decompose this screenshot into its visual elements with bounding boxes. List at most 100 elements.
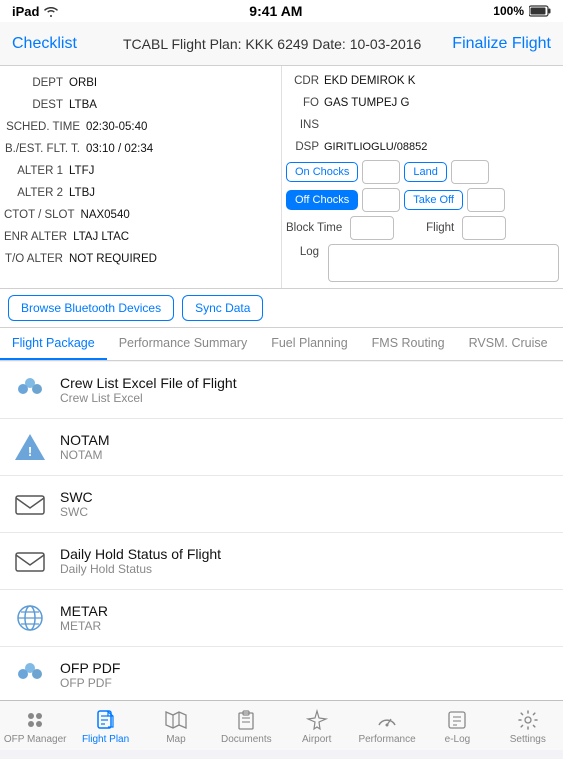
bottom-tab-settings[interactable]: Settings <box>493 708 563 745</box>
bottom-tab-flight-plan-label: Flight Plan <box>82 734 129 745</box>
bottom-tab-bar: OFP Manager Flight Plan Map <box>0 700 563 750</box>
log-row: Log <box>286 242 559 284</box>
wifi-icon <box>44 6 58 17</box>
metar-icon <box>12 600 48 636</box>
bottom-tab-settings-label: Settings <box>510 734 546 745</box>
list-item[interactable]: METAR METAR <box>0 590 563 647</box>
bottom-tab-documents[interactable]: Documents <box>211 708 281 745</box>
tab-performance-summary[interactable]: Performance Summary <box>107 328 260 360</box>
best-flt-label: B./EST. FLT. T. <box>4 143 86 155</box>
log-textarea[interactable] <box>328 244 559 282</box>
notam-title: NOTAM <box>60 432 551 448</box>
dsp-value: GIRITLIOGLU/08852 <box>324 141 427 153</box>
dest-value: LTBA <box>69 99 97 111</box>
gear-icon <box>516 708 540 732</box>
sync-button[interactable]: Sync Data <box>182 295 263 321</box>
metar-text: METAR METAR <box>60 603 551 633</box>
bottom-tab-map[interactable]: Map <box>141 708 211 745</box>
swc-subtitle: SWC <box>60 505 551 519</box>
ctot-label: CTOT / SLOT <box>4 209 81 221</box>
bottom-tab-flight-plan[interactable]: Flight Plan <box>70 708 140 745</box>
list-item[interactable]: OFP PDF OFP PDF <box>0 647 563 704</box>
log-label: Log <box>286 244 324 258</box>
ctot-value: NAX0540 <box>81 209 130 221</box>
off-chocks-row: Off Chocks Take Off <box>286 186 559 214</box>
gauge-icon <box>375 708 399 732</box>
sched-time-value: 02:30-05:40 <box>86 121 147 133</box>
alter2-value: LTBJ <box>69 187 95 199</box>
metar-subtitle: METAR <box>60 619 551 633</box>
alter1-label: ALTER 1 <box>4 165 69 177</box>
fo-label: FO <box>286 97 324 109</box>
list-item[interactable]: Crew List Excel File of Flight Crew List… <box>0 362 563 419</box>
file-list: Crew List Excel File of Flight Crew List… <box>0 362 563 704</box>
take-off-button[interactable]: Take Off <box>404 190 463 210</box>
status-time: 9:41 AM <box>249 3 302 19</box>
ctot-row: CTOT / SLOT NAX0540 <box>4 204 277 226</box>
fo-row: FO GAS TUMPEJ G <box>286 92 559 114</box>
off-chocks-button[interactable]: Off Chocks <box>286 190 358 210</box>
best-flt-value: 03:10 / 02:34 <box>86 143 153 155</box>
list-item[interactable]: Daily Hold Status of Flight Daily Hold S… <box>0 533 563 590</box>
finalize-flight-button[interactable]: Finalize Flight <box>452 35 551 53</box>
to-alter-row: T/O ALTER NOT REQUIRED <box>4 248 277 270</box>
block-time-input[interactable] <box>350 216 394 240</box>
daily-hold-icon <box>12 543 48 579</box>
cdr-row: CDR EKD DEMIROK K <box>286 70 559 92</box>
alter2-label: ALTER 2 <box>4 187 69 199</box>
off-chocks-input[interactable] <box>362 188 400 212</box>
block-time-label: Block Time <box>286 222 346 234</box>
tab-fuel-planning[interactable]: Fuel Planning <box>259 328 359 360</box>
elog-icon <box>445 708 469 732</box>
bottom-tab-performance[interactable]: Performance <box>352 708 422 745</box>
clipboard-icon <box>234 708 258 732</box>
sched-time-label: SCHED. TIME <box>4 121 86 133</box>
enr-alter-label: ENR ALTER <box>4 231 73 243</box>
land-input[interactable] <box>451 160 489 184</box>
sched-time-row: SCHED. TIME 02:30-05:40 <box>4 116 277 138</box>
metar-title: METAR <box>60 603 551 619</box>
bluetooth-button[interactable]: Browse Bluetooth Devices <box>8 295 174 321</box>
enr-alter-value: LTAJ LTAC <box>73 231 129 243</box>
bottom-tab-airport-label: Airport <box>302 734 331 745</box>
list-item[interactable]: SWC SWC <box>0 476 563 533</box>
cdr-label: CDR <box>286 75 324 87</box>
dest-label: DEST <box>4 99 69 111</box>
fo-value: GAS TUMPEJ G <box>324 97 409 109</box>
bottom-tab-ofp-manager[interactable]: OFP Manager <box>0 708 70 745</box>
flight-input[interactable] <box>462 216 506 240</box>
best-flt-row: B./EST. FLT. T. 03:10 / 02:34 <box>4 138 277 160</box>
bottom-tab-map-label: Map <box>166 734 185 745</box>
status-bar: iPad 9:41 AM 100% <box>0 0 563 22</box>
ofp-pdf-title: OFP PDF <box>60 660 551 676</box>
to-alter-label: T/O ALTER <box>4 253 69 265</box>
bottom-tab-performance-label: Performance <box>358 734 415 745</box>
tab-fms-routing[interactable]: FMS Routing <box>360 328 457 360</box>
list-item[interactable]: ! NOTAM NOTAM <box>0 419 563 476</box>
daily-hold-subtitle: Daily Hold Status <box>60 562 551 576</box>
crew-list-icon <box>12 372 48 408</box>
bottom-tab-elog[interactable]: e-Log <box>422 708 492 745</box>
on-chocks-input[interactable] <box>362 160 400 184</box>
bottom-tab-ofp-manager-label: OFP Manager <box>4 734 67 745</box>
doc-icon <box>94 708 118 732</box>
tab-bar: Flight Package Performance Summary Fuel … <box>0 328 563 361</box>
checklist-button[interactable]: Checklist <box>12 35 92 53</box>
crew-list-subtitle: Crew List Excel <box>60 391 551 405</box>
ofp-pdf-icon <box>12 657 48 693</box>
nav-bar: Checklist TCABL Flight Plan: KKK 6249 Da… <box>0 22 563 66</box>
ins-row: INS <box>286 114 559 136</box>
land-button[interactable]: Land <box>404 162 446 182</box>
bottom-tab-airport[interactable]: Airport <box>282 708 352 745</box>
ofp-pdf-text: OFP PDF OFP PDF <box>60 660 551 690</box>
tab-flight-package[interactable]: Flight Package <box>0 328 107 360</box>
tab-rvsm-cruise[interactable]: RVSM. Cruise <box>457 328 560 360</box>
crew-list-title: Crew List Excel File of Flight <box>60 375 551 391</box>
alter1-row: ALTER 1 LTFJ <box>4 160 277 182</box>
take-off-input[interactable] <box>467 188 505 212</box>
on-chocks-button[interactable]: On Chocks <box>286 162 358 182</box>
right-flight-info: CDR EKD DEMIROK K FO GAS TUMPEJ G INS DS… <box>282 66 563 288</box>
ins-label: INS <box>286 119 324 131</box>
status-ipad-label: iPad <box>12 4 39 19</box>
to-alter-value: NOT REQUIRED <box>69 253 157 265</box>
